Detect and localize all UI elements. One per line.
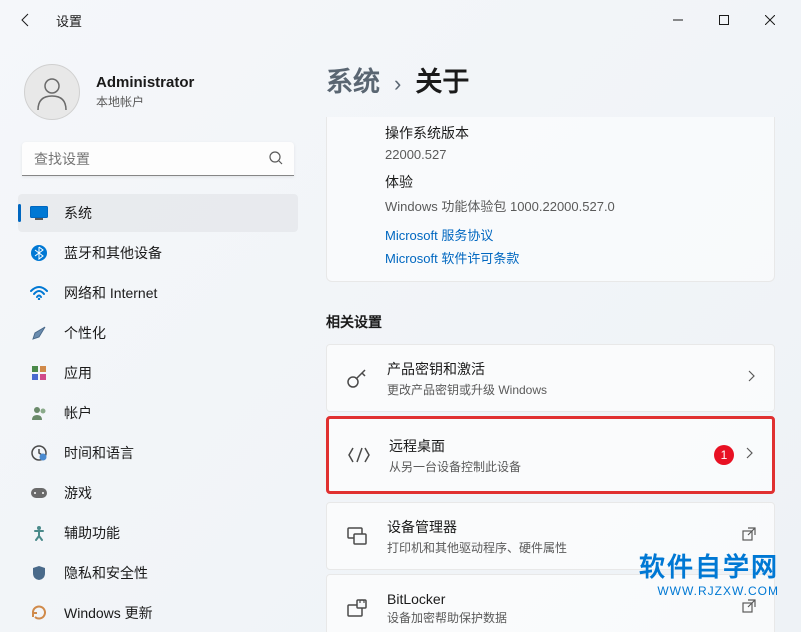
user-type: 本地帐户 bbox=[96, 93, 194, 110]
card-desc: 更改产品密钥或升级 Windows bbox=[387, 381, 746, 398]
close-button[interactable] bbox=[747, 4, 793, 36]
breadcrumb-parent[interactable]: 系统 bbox=[326, 60, 380, 99]
titlebar: 设置 bbox=[0, 0, 801, 40]
nav-label: 应用 bbox=[64, 363, 92, 383]
device-manager-icon bbox=[345, 524, 369, 548]
breadcrumb-current: 关于 bbox=[415, 60, 469, 99]
nav-label: 游戏 bbox=[64, 483, 92, 503]
nav-label: 个性化 bbox=[64, 323, 106, 343]
apps-icon bbox=[30, 364, 48, 382]
key-icon bbox=[345, 366, 369, 390]
search-input[interactable] bbox=[22, 142, 294, 176]
accessibility-icon bbox=[30, 524, 48, 542]
clock-icon bbox=[30, 444, 48, 462]
card-device-manager[interactable]: 设备管理器 打印机和其他驱动程序、硬件属性 bbox=[326, 502, 775, 570]
accounts-icon bbox=[30, 404, 48, 422]
main-content: 系统 › 关于 操作系统版本 22000.527 体验 Windows 功能体验… bbox=[310, 40, 801, 632]
bluetooth-icon bbox=[30, 244, 48, 262]
annotation-badge: 1 bbox=[714, 445, 734, 465]
chevron-right-icon bbox=[744, 446, 754, 465]
window-controls bbox=[655, 4, 793, 36]
card-title: 设备管理器 bbox=[387, 517, 742, 537]
back-button[interactable] bbox=[8, 2, 44, 38]
os-version-value: 22000.527 bbox=[385, 147, 756, 162]
nav-item-windows-update[interactable]: Windows 更新 bbox=[18, 594, 298, 632]
shield-icon bbox=[30, 564, 48, 582]
nav-item-accounts[interactable]: 帐户 bbox=[18, 394, 298, 432]
external-link-icon bbox=[742, 599, 756, 618]
nav-item-network[interactable]: 网络和 Internet bbox=[18, 274, 298, 312]
nav-label: 系统 bbox=[64, 203, 92, 223]
os-version-label: 操作系统版本 bbox=[385, 123, 756, 143]
nav-item-system[interactable]: 系统 bbox=[18, 194, 298, 232]
nav-list: 系统 蓝牙和其他设备 网络和 Internet 个性化 应用 帐户 bbox=[18, 194, 298, 632]
card-desc: 打印机和其他驱动程序、硬件属性 bbox=[387, 539, 742, 556]
card-bitlocker[interactable]: BitLocker 设备加密帮助保护数据 bbox=[326, 574, 775, 632]
brush-icon bbox=[30, 324, 48, 342]
nav-item-gaming[interactable]: 游戏 bbox=[18, 474, 298, 512]
service-agreement-link[interactable]: Microsoft 服务协议 bbox=[385, 225, 756, 244]
user-info: Administrator 本地帐户 bbox=[96, 74, 194, 110]
minimize-button[interactable] bbox=[655, 4, 701, 36]
nav-label: 网络和 Internet bbox=[64, 283, 157, 303]
nav-label: 时间和语言 bbox=[64, 443, 134, 463]
user-name: Administrator bbox=[96, 74, 194, 91]
card-desc: 设备加密帮助保护数据 bbox=[387, 609, 742, 626]
nav-item-apps[interactable]: 应用 bbox=[18, 354, 298, 392]
nav-label: 帐户 bbox=[64, 403, 92, 423]
breadcrumb: 系统 › 关于 bbox=[326, 60, 775, 99]
nav-label: 辅助功能 bbox=[64, 523, 120, 543]
gaming-icon bbox=[30, 484, 48, 502]
chevron-right-icon bbox=[746, 369, 756, 388]
nav-item-accessibility[interactable]: 辅助功能 bbox=[18, 514, 298, 552]
windows-spec-block: 操作系统版本 22000.527 体验 Windows 功能体验包 1000.2… bbox=[326, 117, 775, 282]
bitlocker-icon bbox=[345, 596, 369, 620]
search-box bbox=[22, 142, 294, 176]
update-icon bbox=[30, 604, 48, 622]
card-title: 产品密钥和激活 bbox=[387, 359, 746, 379]
card-title: 远程桌面 bbox=[389, 436, 714, 456]
external-link-icon bbox=[742, 527, 756, 546]
card-title: BitLocker bbox=[387, 591, 742, 607]
experience-label: 体验 bbox=[385, 172, 756, 192]
sidebar: Administrator 本地帐户 系统 蓝牙和其他设备 网络和 Intern… bbox=[0, 40, 310, 632]
card-desc: 从另一台设备控制此设备 bbox=[389, 458, 714, 475]
breadcrumb-separator: › bbox=[394, 71, 401, 97]
user-icon bbox=[32, 72, 72, 112]
back-arrow-icon bbox=[18, 12, 34, 28]
nav-item-time-language[interactable]: 时间和语言 bbox=[18, 434, 298, 472]
maximize-button[interactable] bbox=[701, 4, 747, 36]
nav-item-privacy[interactable]: 隐私和安全性 bbox=[18, 554, 298, 592]
remote-desktop-icon bbox=[347, 443, 371, 467]
wifi-icon bbox=[30, 284, 48, 302]
nav-label: Windows 更新 bbox=[64, 603, 153, 623]
card-product-key[interactable]: 产品密钥和激活 更改产品密钥或升级 Windows bbox=[326, 344, 775, 412]
search-icon bbox=[268, 150, 284, 171]
card-remote-desktop[interactable]: 远程桌面 从另一台设备控制此设备 1 bbox=[326, 416, 775, 494]
nav-label: 蓝牙和其他设备 bbox=[64, 243, 162, 263]
avatar bbox=[24, 64, 80, 120]
user-section[interactable]: Administrator 本地帐户 bbox=[18, 60, 298, 142]
nav-item-personalization[interactable]: 个性化 bbox=[18, 314, 298, 352]
related-settings-title: 相关设置 bbox=[326, 312, 775, 332]
system-icon bbox=[30, 204, 48, 222]
experience-value: Windows 功能体验包 1000.22000.527.0 bbox=[385, 196, 756, 215]
app-title: 设置 bbox=[56, 11, 82, 30]
nav-label: 隐私和安全性 bbox=[64, 563, 148, 583]
nav-item-bluetooth[interactable]: 蓝牙和其他设备 bbox=[18, 234, 298, 272]
license-terms-link[interactable]: Microsoft 软件许可条款 bbox=[385, 248, 756, 267]
